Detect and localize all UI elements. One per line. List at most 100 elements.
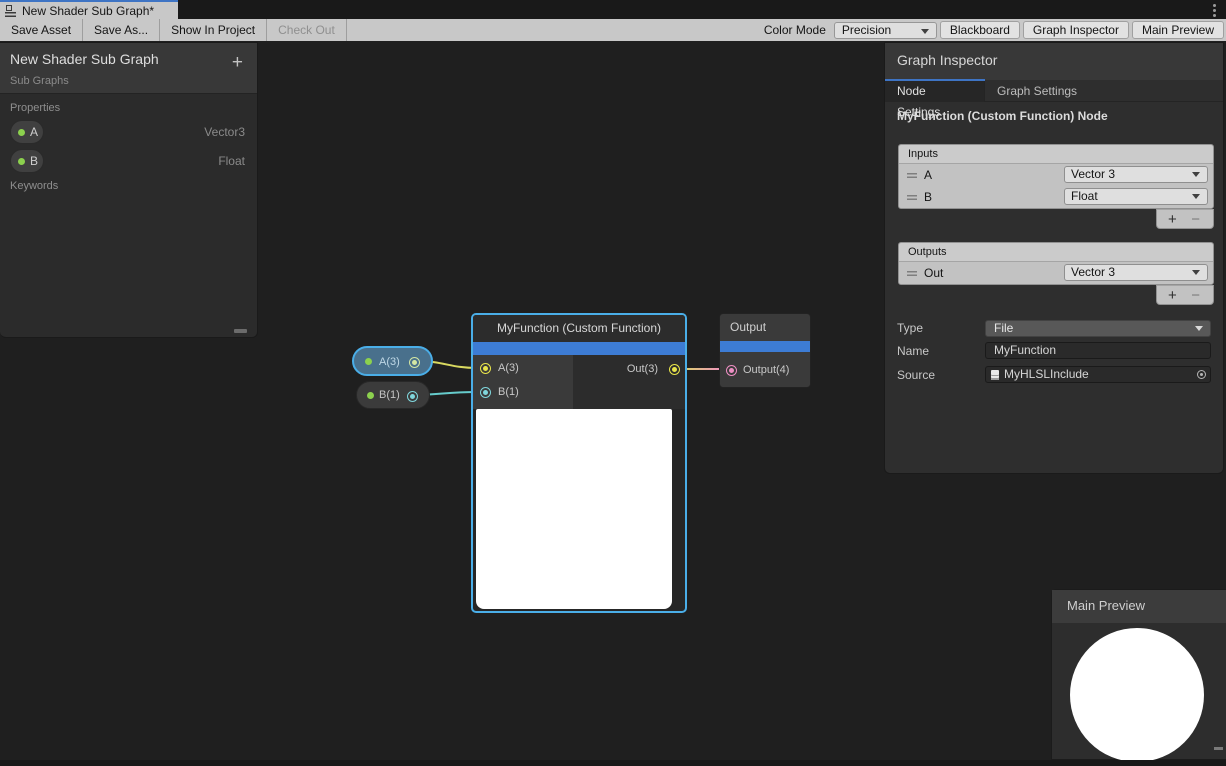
inputs-list-header: Inputs: [899, 145, 1213, 164]
source-field-label: Source: [897, 368, 935, 382]
input-port-a[interactable]: [480, 363, 491, 374]
preview-resize-handle[interactable]: [1214, 747, 1223, 750]
input-a-name: A: [924, 168, 932, 182]
drag-handle-icon[interactable]: [907, 173, 917, 178]
input-port-b-label: B(1): [498, 386, 519, 398]
property-node-a-label: A(3): [379, 356, 400, 368]
graph-inspector-tabs: Node Settings Graph Settings: [885, 81, 1223, 102]
tab-node-settings[interactable]: Node Settings: [885, 81, 985, 102]
outputs-row-out[interactable]: Out Vector 3: [899, 262, 1213, 284]
output-node[interactable]: Output Output(4): [719, 313, 811, 388]
tab-bar: New Shader Sub Graph*: [0, 0, 1226, 19]
toolbar: Save Asset Save As... Show In Project Ch…: [0, 19, 1226, 41]
blackboard-resize-handle[interactable]: [234, 329, 247, 333]
custom-function-node-title[interactable]: MyFunction (Custom Function): [473, 315, 685, 342]
tab-graph-settings[interactable]: Graph Settings: [985, 81, 1089, 102]
save-asset-button[interactable]: Save Asset: [0, 19, 83, 41]
name-value: MyFunction: [994, 343, 1056, 357]
type-dropdown[interactable]: File: [985, 320, 1211, 337]
shader-graph-window: New Shader Sub Graph* Save Asset Save As…: [0, 0, 1226, 766]
output-node-title[interactable]: Output: [730, 314, 766, 341]
input-b-type-dropdown[interactable]: Float: [1064, 188, 1208, 205]
chevron-down-icon: [1192, 172, 1200, 177]
tab-title: New Shader Sub Graph*: [22, 4, 154, 18]
color-mode-dropdown[interactable]: Precision: [834, 22, 937, 39]
subgraph-file-icon: [5, 5, 17, 17]
graph-inspector-title: Graph Inspector: [897, 52, 997, 68]
property-dot-icon: [18, 129, 25, 136]
input-a-type-value: Vector 3: [1071, 167, 1115, 181]
blackboard-property-a-name: A: [30, 125, 38, 139]
property-node-b[interactable]: B(1): [356, 381, 430, 409]
property-node-a-port[interactable]: [409, 357, 420, 368]
source-object-field[interactable]: MyHLSLInclude: [985, 366, 1211, 383]
node-ports-area: A(3) B(1) Out(3): [473, 355, 685, 409]
output-node-port-label: Output(4): [743, 364, 789, 376]
color-mode-label: Color Mode: [764, 21, 826, 39]
outputs-list: Outputs Out Vector 3: [898, 242, 1214, 285]
blackboard-toggle-button[interactable]: Blackboard: [940, 21, 1020, 39]
kebab-menu-icon[interactable]: [1213, 4, 1216, 7]
output-out-type-dropdown[interactable]: Vector 3: [1064, 264, 1208, 281]
input-port-a-label: A(3): [498, 362, 519, 374]
node-precision-strip: [473, 342, 685, 355]
chevron-down-icon: [921, 29, 929, 34]
file-asset-icon: [991, 370, 999, 380]
add-input-button[interactable]: +: [1168, 211, 1177, 228]
preview-sphere: [1070, 628, 1204, 762]
input-port-b[interactable]: [480, 387, 491, 398]
blackboard-panel: New Shader Sub Graph + Sub Graphs Proper…: [0, 42, 258, 338]
toolbar-left-group: Save Asset Save As... Show In Project Ch…: [0, 19, 347, 41]
property-node-b-label: B(1): [379, 389, 400, 401]
inputs-row-a[interactable]: A Vector 3: [899, 164, 1213, 186]
type-value: File: [994, 321, 1013, 335]
property-node-a[interactable]: A(3): [352, 346, 433, 376]
add-property-button[interactable]: +: [232, 53, 243, 72]
output-out-type-value: Vector 3: [1071, 265, 1115, 279]
name-field-label: Name: [897, 344, 929, 358]
property-dot-icon: [365, 358, 372, 365]
inputs-row-b[interactable]: B Float: [899, 186, 1213, 208]
chevron-down-icon: [1192, 194, 1200, 199]
window-bottom-edge: [0, 760, 1226, 766]
main-preview-toggle-button[interactable]: Main Preview: [1132, 21, 1224, 39]
name-input[interactable]: MyFunction: [985, 342, 1211, 359]
outputs-list-footer: + −: [1156, 285, 1214, 305]
add-output-button[interactable]: +: [1168, 287, 1177, 304]
custom-function-node[interactable]: MyFunction (Custom Function) A(3) B(1) O…: [471, 313, 687, 613]
node-precision-strip: [720, 341, 810, 352]
input-a-type-dropdown[interactable]: Vector 3: [1064, 166, 1208, 183]
blackboard-property-a[interactable]: A: [10, 120, 44, 144]
output-out-name: Out: [924, 266, 943, 280]
tab-new-shader-sub-graph[interactable]: New Shader Sub Graph*: [0, 0, 178, 19]
node-preview-surface: [476, 409, 672, 609]
input-b-type-value: Float: [1071, 189, 1098, 203]
blackboard-property-a-type: Vector3: [204, 125, 245, 139]
graph-inspector-toggle-button[interactable]: Graph Inspector: [1023, 21, 1129, 39]
graph-inspector-header: Graph Inspector: [885, 43, 1223, 80]
save-as-button[interactable]: Save As...: [83, 19, 160, 41]
blackboard-subtitle: Sub Graphs: [10, 75, 69, 87]
property-dot-icon: [18, 158, 25, 165]
blackboard-property-b-name: B: [30, 154, 38, 168]
graph-inspector-panel: Graph Inspector Node Settings Graph Sett…: [884, 42, 1224, 474]
object-picker-icon[interactable]: [1197, 370, 1206, 379]
output-port-out-label: Out(3): [627, 363, 658, 375]
input-b-name: B: [924, 190, 932, 204]
chevron-down-icon: [1195, 326, 1203, 331]
blackboard-property-b-type: Float: [218, 154, 245, 168]
show-in-project-button[interactable]: Show In Project: [160, 19, 267, 41]
blackboard-property-b[interactable]: B: [10, 149, 44, 173]
drag-handle-icon[interactable]: [907, 271, 917, 276]
drag-handle-icon[interactable]: [907, 195, 917, 200]
blackboard-title: New Shader Sub Graph: [10, 51, 159, 67]
main-preview-header[interactable]: Main Preview: [1052, 590, 1226, 623]
remove-input-button[interactable]: −: [1191, 211, 1200, 228]
property-node-b-port[interactable]: [407, 391, 418, 402]
inputs-list: Inputs A Vector 3 B Float: [898, 144, 1214, 209]
toolbar-right-group: Color Mode Precision Blackboard Graph In…: [764, 21, 1224, 39]
output-port-out[interactable]: [669, 364, 680, 375]
remove-output-button[interactable]: −: [1191, 287, 1200, 304]
property-dot-icon: [367, 392, 374, 399]
output-node-port[interactable]: [726, 365, 737, 376]
